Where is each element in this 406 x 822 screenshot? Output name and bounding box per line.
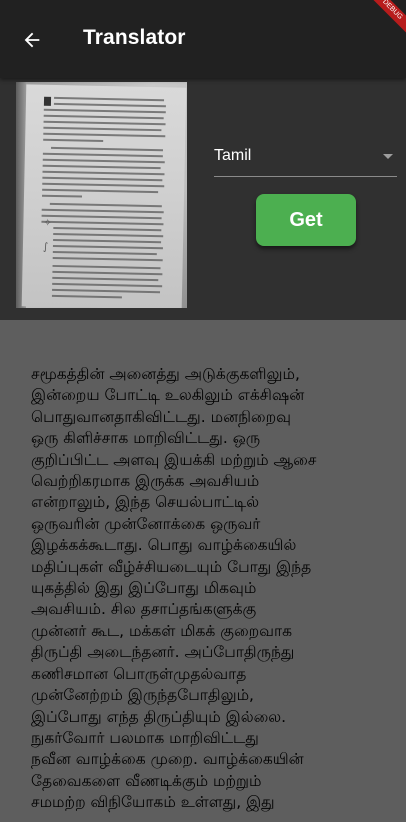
page-text-line (42, 152, 163, 158)
debug-banner: DEBUG (362, 0, 406, 40)
book-page: ✧ ∫ (21, 84, 187, 308)
page-text-line (43, 114, 164, 120)
page-text-line (52, 244, 163, 250)
page-text-line (52, 250, 157, 256)
page-text-line (52, 288, 161, 294)
page-text-line (41, 220, 164, 226)
page-title: Translator (83, 26, 186, 49)
page-text-line (53, 238, 162, 244)
page-text-line (43, 132, 166, 138)
dropdown-arrow-icon (383, 154, 393, 159)
page-text-line (53, 102, 166, 108)
page-text-line (41, 214, 162, 220)
margin-doodle-squiggle: ∫ (42, 241, 49, 253)
page-text-line (52, 270, 163, 276)
page-text-line (53, 232, 164, 238)
page-text-line (52, 264, 161, 270)
back-button[interactable] (14, 24, 50, 56)
page-text-line (52, 256, 163, 262)
page-text-line (42, 188, 159, 194)
language-dropdown[interactable]: Tamil (214, 142, 397, 177)
input-panel: ✧ ∫ Tamil Get (0, 78, 406, 320)
book-photo[interactable]: ✧ ∫ (16, 82, 187, 308)
page-text-line (52, 282, 163, 288)
translation-result-panel: சமூகத்தின் அனைத்து அடுக்குகளிலும், இன்றை… (0, 320, 406, 822)
page-text-line (52, 276, 159, 282)
page-text-line (42, 176, 163, 182)
translated-text: சமூகத்தின் அனைத்து அடுக்குகளிலும், இன்றை… (31, 365, 317, 812)
page-text-line (42, 164, 161, 170)
page-text-line (41, 208, 164, 214)
margin-doodle-star: ✧ (43, 217, 52, 229)
page-text-line (54, 96, 165, 102)
translator-screen: Translator DEBUG ✧ ∫ Tamil Get சமூகத்தின… (0, 0, 406, 822)
page-text-line (42, 170, 165, 176)
page-text-line (42, 182, 165, 188)
app-bar: Translator DEBUG (0, 0, 406, 78)
page-text-line (50, 146, 164, 152)
page-text-line (41, 194, 83, 198)
page-text-line (49, 202, 162, 208)
page-text-line (53, 226, 162, 232)
page-text-line (51, 294, 122, 299)
page-text-line (43, 126, 162, 132)
page-text-line (43, 120, 166, 126)
get-button[interactable]: Get (256, 194, 356, 246)
page-text-line (43, 138, 104, 142)
page-text-line (42, 158, 165, 164)
arrow-back-icon (24, 32, 40, 48)
drop-cap (43, 96, 52, 106)
language-selected-value: Tamil (214, 147, 252, 164)
page-text-line (43, 108, 166, 114)
